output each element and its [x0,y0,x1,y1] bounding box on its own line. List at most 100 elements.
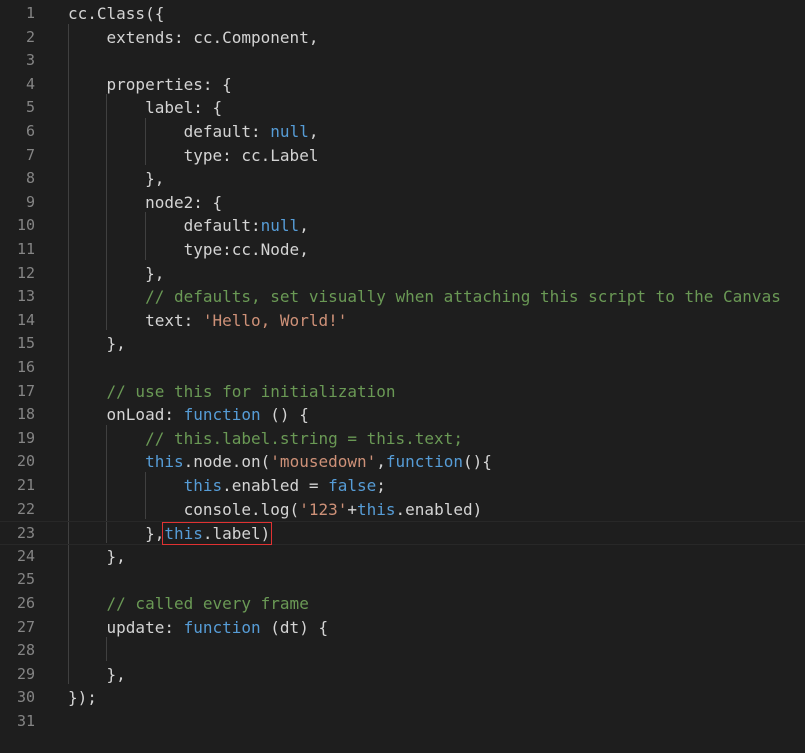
code-line[interactable]: 4 properties: { [0,73,805,97]
code-token: .enabled = [222,476,329,495]
line-number: 4 [25,74,35,93]
code-token: '123' [299,499,348,519]
code-line[interactable]: 16 [0,356,805,380]
line-number: 1 [25,4,35,22]
code-text: }, [68,332,126,356]
code-text: type: cc.Label [68,144,319,168]
code-line[interactable]: 22 console.log('123'+this.enabled) [0,498,805,522]
line-number: 22 [16,499,35,518]
line-number: 15 [16,334,35,353]
code-token: null [270,122,309,141]
code-token: node2: { [68,192,223,212]
code-line[interactable]: 11 type:cc.Node, [0,238,805,262]
code-token: ; [376,476,386,495]
code-line[interactable]: 10 default:null, [0,214,805,238]
code-token: cc.Class({ [68,4,165,23]
code-line[interactable]: 15 }, [0,332,805,356]
code-line[interactable]: 26 // called every frame [0,592,805,616]
code-text: label: { [68,96,222,120]
code-token: }); [68,688,97,708]
code-text: // use this for initialization [68,380,396,404]
code-editor[interactable]: 1 cc.Class({ 2 extends: cc.Component, 3 4 pr… [0,0,805,753]
line-number: 30 [16,688,35,707]
line-number: 13 [16,287,35,306]
code-token: + [347,499,357,519]
line-number: 6 [25,122,35,140]
code-token: , [376,452,386,472]
code-line[interactable]: 18 onLoad: function () { [0,403,805,427]
code-token: label: { [68,98,223,118]
code-line[interactable]: 14 text: 'Hello, World!' [0,309,805,333]
code-line[interactable]: 13 // defaults, set visually when attach… [0,285,805,309]
code-line[interactable]: 23 },this.label) [0,521,805,546]
code-text: }, [68,167,164,191]
code-line[interactable]: 5 label: { [0,96,805,120]
code-token: // this.label.string = this.text; [68,428,463,448]
code-token: 'mousedown' [270,452,377,472]
code-text: text: 'Hello, World!' [68,309,347,333]
code-text: extends: cc.Component, [68,26,319,50]
code-line[interactable]: 2 extends: cc.Component, [0,26,805,50]
code-token: 'Hello, World!' [202,310,348,330]
code-text: default: null, [68,120,319,144]
code-token: this [145,452,184,472]
code-token: }, [68,169,165,189]
code-token: }, [68,664,126,684]
code-line[interactable]: 17 // use this for initialization [0,380,805,404]
line-number: 12 [16,263,35,282]
code-line[interactable]: 20 this.node.on('mousedown',function(){ [0,450,805,474]
code-text: }, [68,545,126,569]
code-line[interactable]: 21 this.enabled = false; [0,474,805,498]
code-line[interactable]: 25 [0,568,805,592]
code-line[interactable]: 31 [0,710,805,734]
line-number: 31 [16,712,35,730]
line-number: 23 [16,524,35,543]
code-token: onLoad: [68,405,184,425]
code-line[interactable]: 9 node2: { [0,191,805,215]
code-line[interactable]: 12 }, [0,262,805,286]
line-number: 7 [25,145,35,164]
code-line[interactable]: 6 default: null, [0,120,805,144]
code-line[interactable]: 3 [0,49,805,73]
line-number: 3 [25,51,35,70]
code-token: function [183,617,261,637]
code-text: update: function (dt) { [68,616,329,640]
code-line[interactable]: 27 update: function (dt) { [0,616,805,640]
code-token: properties: { [68,74,232,94]
highlighted-selection: this.label) [162,522,273,546]
line-number: 5 [25,98,35,117]
code-token: }, [68,546,126,566]
code-text: properties: { [68,73,232,97]
code-token: // use this for initialization [68,381,396,401]
code-token: default: [68,216,261,236]
line-number: 24 [16,546,35,565]
code-line[interactable]: 1 cc.Class({ [0,2,805,26]
code-token: console.log( [68,499,300,519]
line-number: 17 [16,381,35,400]
code-line[interactable]: 19 // this.label.string = this.text; [0,427,805,451]
code-line[interactable]: 30}); [0,686,805,710]
code-line[interactable]: 7 type: cc.Label [0,144,805,168]
code-line[interactable]: 29 }, [0,663,805,687]
code-text: node2: { [68,191,222,215]
code-token: (){ [462,452,492,472]
code-token: false [328,476,377,495]
code-text: onLoad: function () { [68,403,309,427]
line-number: 16 [16,358,35,376]
code-token: }, [68,263,165,283]
code-line[interactable]: 28 [0,639,805,663]
code-token: default: [68,122,271,141]
code-token: }, [68,524,165,544]
code-line[interactable]: 8 }, [0,167,805,191]
line-number: 25 [16,570,35,589]
code-text: console.log('123'+this.enabled) [68,498,483,522]
code-line[interactable]: 24 }, [0,545,805,569]
code-token: (dt) { [260,617,329,637]
code-token: () { [260,405,309,425]
code-token: update: [68,617,184,637]
code-token: }, [68,334,126,354]
code-text: type:cc.Node, [68,238,309,262]
code-text: }, [68,262,164,286]
line-number: 28 [16,641,35,660]
